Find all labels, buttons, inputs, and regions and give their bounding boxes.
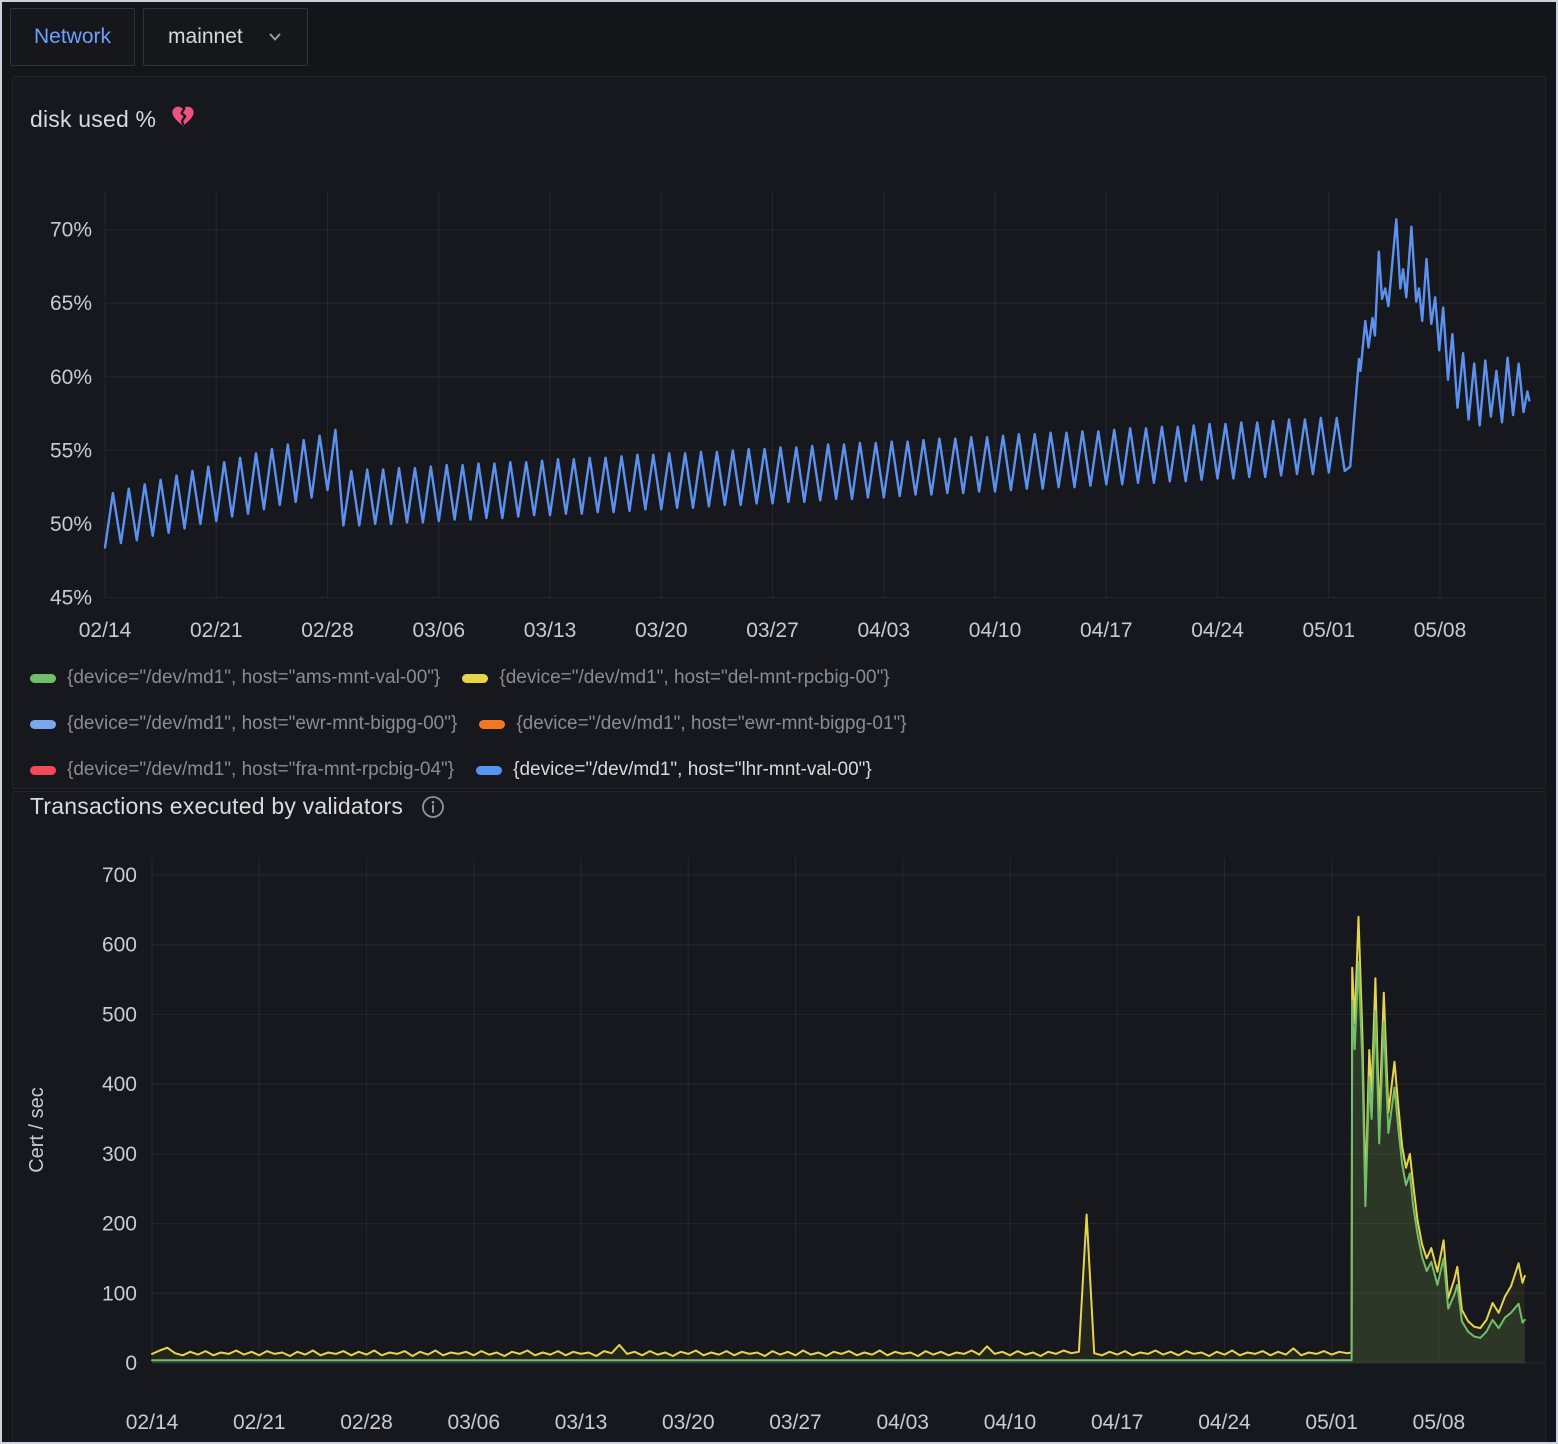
svg-text:02/21: 02/21 [233,1411,286,1434]
svg-text:02/14: 02/14 [126,1411,179,1434]
legend-item-ams-mnt-val-00[interactable]: {device="/dev/md1", host="ams-mnt-val-00… [30,667,440,689]
legend: {device="/dev/md1", host="ams-mnt-val-00… [30,655,1532,793]
panel-title-transactions[interactable]: Transactions executed by validators [30,793,445,820]
info-icon[interactable] [421,795,445,819]
legend-item-ewr-mnt-bigpg-01[interactable]: {device="/dev/md1", host="ewr-mnt-bigpg-… [479,713,906,735]
legend-label: {device="/dev/md1", host="lhr-mnt-val-00… [513,759,872,781]
legend-row: {device="/dev/md1", host="ewr-mnt-bigpg-… [30,701,1532,747]
legend-label: {device="/dev/md1", host="ewr-mnt-bigpg-… [516,713,906,735]
svg-text:03/27: 03/27 [769,1411,822,1434]
svg-text:700: 700 [102,864,137,887]
legend-item-lhr-mnt-val-00[interactable]: {device="/dev/md1", host="lhr-mnt-val-00… [476,759,872,781]
panel-title-text: disk used % [30,106,156,133]
svg-text:03/13: 03/13 [555,1411,608,1434]
svg-text:05/08: 05/08 [1413,1411,1466,1434]
svg-text:04/03: 04/03 [876,1411,929,1434]
svg-text:03/06: 03/06 [447,1411,500,1434]
series-color-swatch [462,674,488,683]
legend-label: {device="/dev/md1", host="del-mnt-rpcbig… [499,667,889,689]
legend-label: {device="/dev/md1", host="fra-mnt-rpcbig… [67,759,454,781]
dashboard: Network mainnet 02/1402/2102/2803/0603/1… [0,0,1558,1444]
svg-text:04/17: 04/17 [1091,1411,1144,1434]
series-color-swatch [479,720,505,729]
svg-text:200: 200 [102,1213,137,1236]
legend-label: {device="/dev/md1", host="ams-mnt-val-00… [67,667,440,689]
svg-text:0: 0 [125,1352,137,1375]
svg-text:03/20: 03/20 [662,1411,715,1434]
legend-item-del-mnt-rpcbig-00[interactable]: {device="/dev/md1", host="del-mnt-rpcbig… [462,667,889,689]
svg-text:300: 300 [102,1143,137,1166]
legend-row: {device="/dev/md1", host="fra-mnt-rpcbig… [30,747,1532,793]
svg-text:05/01: 05/01 [1305,1411,1358,1434]
legend-row: {device="/dev/md1", host="ams-mnt-val-00… [30,655,1532,701]
broken-heart-icon [170,103,196,135]
series-color-swatch [30,766,56,775]
legend-item-ewr-mnt-bigpg-00[interactable]: {device="/dev/md1", host="ewr-mnt-bigpg-… [30,713,457,735]
series-color-swatch [476,766,502,775]
panel-title-text: Transactions executed by validators [30,793,403,820]
y-axis-title: Cert / sec [26,1030,50,1230]
svg-text:04/10: 04/10 [984,1411,1037,1434]
svg-text:02/28: 02/28 [340,1411,393,1434]
svg-text:400: 400 [102,1073,137,1096]
svg-text:500: 500 [102,1003,137,1026]
legend-item-fra-mnt-rpcbig-04[interactable]: {device="/dev/md1", host="fra-mnt-rpcbig… [30,759,454,781]
svg-text:600: 600 [102,934,137,957]
svg-text:100: 100 [102,1282,137,1305]
svg-text:04/24: 04/24 [1198,1411,1251,1434]
legend-label: {device="/dev/md1", host="ewr-mnt-bigpg-… [67,713,457,735]
series-color-swatch [30,720,56,729]
panel-title-disk-used[interactable]: disk used % [30,103,196,135]
series-color-swatch [30,674,56,683]
